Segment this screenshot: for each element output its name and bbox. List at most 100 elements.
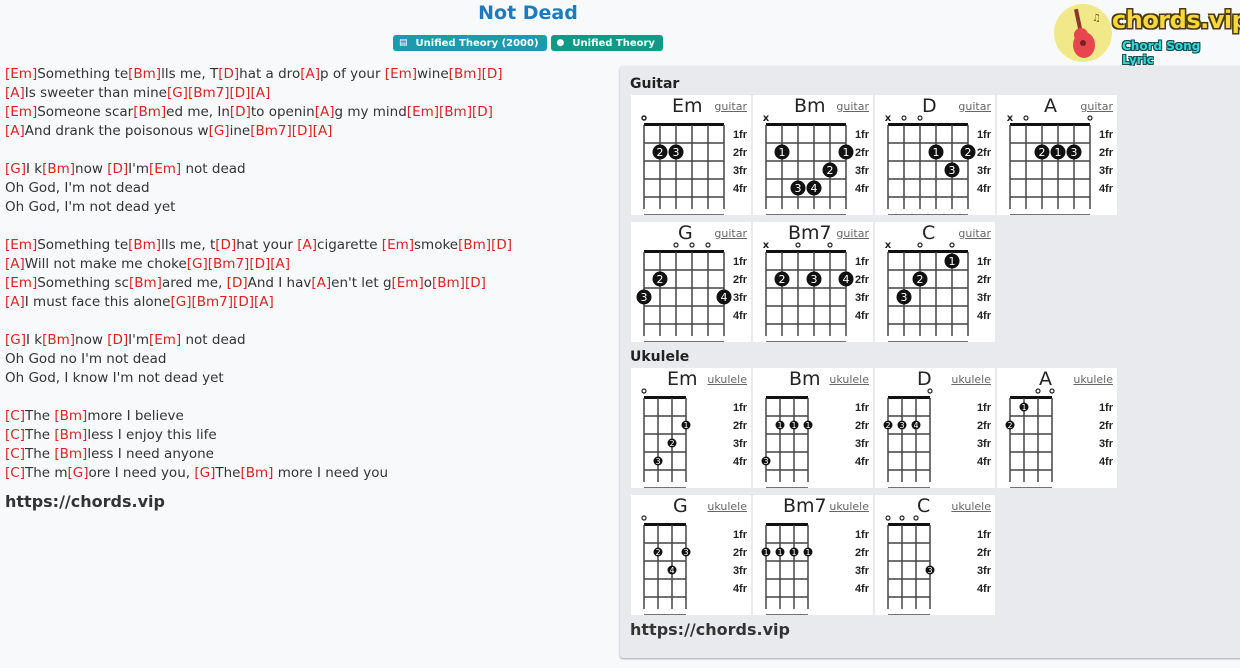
chord-em[interactable]: [Em] [5, 237, 37, 253]
chord-a[interactable]: [A] [315, 104, 335, 120]
svg-text:♫: ♫ [1092, 13, 1101, 24]
ukulele-chord-card-c[interactable]: Cukulele 1fr 2fr 3fr 4fr 3 [875, 495, 995, 615]
chord-a[interactable]: [A] [5, 123, 25, 139]
chord-d[interactable]: [D] [230, 104, 251, 120]
chord-bm[interactable]: [Bm] [240, 465, 273, 481]
guitar-chord-card-g[interactable]: Gguitar 1fr 2fr 3fr 4fr 2 3 4 [631, 222, 751, 342]
svg-text:3: 3 [899, 421, 904, 430]
chord-g[interactable]: [G] [194, 465, 215, 481]
guitar-chord-card-em[interactable]: Em guitar 1fr 2fr 3fr 4fr 2 3 [631, 95, 751, 215]
chord-c[interactable]: [C] [5, 427, 25, 443]
chord-em[interactable]: [Em] [5, 104, 37, 120]
chord-a[interactable]: [A] [5, 85, 25, 101]
guitar-chord-card-bm7[interactable]: Bm7 guitar 1fr 2fr 3fr 4fr x 2 3 4 [753, 222, 873, 342]
ukulele-chord-card-a[interactable]: Aukulele 1fr 2fr 3fr 4fr 1 2 [997, 368, 1117, 488]
ukulele-chord-card-em[interactable]: Em ukulele 1fr 2fr 3fr 4fr 1 2 3 [631, 368, 751, 488]
chord-em[interactable]: [Em] [407, 104, 439, 120]
ukulele-chord-card-g[interactable]: Gukulele 1fr 2fr 3fr 4fr 2 3 4 [631, 495, 751, 615]
chord-bm7[interactable]: [Bm7] [192, 294, 234, 310]
chord-d[interactable]: [D] [107, 332, 128, 348]
chord-em[interactable]: [Em] [5, 275, 37, 291]
chord-d[interactable]: [D] [292, 123, 313, 139]
chord-d[interactable]: [D] [482, 66, 503, 82]
chord-d[interactable]: [D] [465, 275, 486, 291]
chord-bm7[interactable]: [Bm7] [250, 123, 292, 139]
guitar-chord-card-a[interactable]: Aguitar 1fr 2fr 3fr 4fr x 2 1 3 [997, 95, 1117, 215]
chord-bm[interactable]: [Bm] [128, 237, 161, 253]
chord-em[interactable]: [Em] [392, 275, 424, 291]
chord-a[interactable]: [A] [250, 85, 270, 101]
svg-text:2: 2 [655, 548, 660, 557]
chord-a[interactable]: [A] [5, 294, 25, 310]
chord-bm[interactable]: [Bm] [129, 275, 162, 291]
chord-d[interactable]: [D] [227, 275, 248, 291]
chord-a[interactable]: [A] [313, 123, 333, 139]
chord-g[interactable]: [G] [167, 85, 188, 101]
chord-bm7[interactable]: [Bm7] [188, 85, 230, 101]
chord-bm[interactable]: [Bm] [54, 446, 87, 462]
svg-text:3: 3 [1071, 146, 1078, 159]
chord-g[interactable]: [G] [187, 256, 208, 272]
site-logo[interactable]: ♫ chords.vip Chord Song Lyric [1054, 3, 1240, 67]
lyrics-site-link[interactable]: https://chords.vip [5, 492, 605, 511]
chord-d[interactable]: [D] [472, 104, 493, 120]
chord-em[interactable]: [Em] [5, 66, 37, 82]
chord-a[interactable]: [A] [311, 275, 331, 291]
chord-d[interactable]: [D] [249, 256, 270, 272]
chord-bm7[interactable]: [Bm7] [208, 256, 250, 272]
svg-text:3: 3 [927, 566, 932, 575]
chord-bm[interactable]: [Bm] [54, 408, 87, 424]
guitar-chord-card-d[interactable]: Dguitar 1fr 2fr 3fr 4fr x 1 2 3 [875, 95, 995, 215]
guitar-section-title: Guitar [630, 76, 680, 92]
chord-bm[interactable]: [Bm] [54, 427, 87, 443]
chord-c[interactable]: [C] [5, 408, 25, 424]
artist-badge[interactable]: ● Unified Theory [550, 35, 663, 51]
chord-a[interactable]: [A] [270, 256, 290, 272]
chord-d[interactable]: [D] [218, 66, 239, 82]
chord-em[interactable]: [Em] [149, 332, 181, 348]
chord-g[interactable]: [G] [5, 332, 26, 348]
chord-d[interactable]: [D] [491, 237, 512, 253]
guitar-chord-card-bm[interactable]: Bm guitar 1fr 2fr 3fr 4fr x 1 1 2 3 4 [753, 95, 873, 215]
chord-em[interactable]: [Em] [385, 66, 417, 82]
ukulele-chord-card-bm[interactable]: Bm ukulele 1fr 2fr 3fr 4fr 1 1 1 3 [753, 368, 873, 488]
chord-d[interactable]: [D] [107, 161, 128, 177]
chord-c[interactable]: [C] [5, 465, 25, 481]
chord-a[interactable]: [A] [5, 256, 25, 272]
chord-a[interactable]: [A] [297, 237, 317, 253]
lyric-line: [G]I k[Bm]now [D]I'm[Em] not dead [5, 331, 605, 350]
guitar-chord-card-c[interactable]: Cguitar 1fr 2fr 3fr 4fr x 1 2 3 [875, 222, 995, 342]
lyric-text: Oh God no I'm not dead [5, 351, 167, 367]
chord-bm[interactable]: [Bm] [42, 161, 75, 177]
ukulele-chord-card-d[interactable]: Dukulele 1fr 2fr 3fr 4fr 2 3 4 [875, 368, 995, 488]
chord-bm[interactable]: [Bm] [128, 66, 161, 82]
chord-a[interactable]: [A] [254, 294, 274, 310]
svg-text:1: 1 [791, 548, 796, 557]
panel-site-link[interactable]: https://chords.vip [630, 620, 790, 639]
lyric-text: less I enjoy this life [87, 427, 217, 443]
album-badge[interactable]: ▤ Unified Theory (2000) [393, 35, 547, 51]
lyric-line: Oh God, I'm not dead [5, 179, 605, 198]
chord-d[interactable]: [D] [233, 294, 254, 310]
chord-g[interactable]: [G] [5, 161, 26, 177]
chord-d[interactable]: [D] [230, 85, 251, 101]
finger-dot: 4 [911, 420, 921, 430]
chord-bm[interactable]: [Bm] [42, 332, 75, 348]
chord-g[interactable]: [G] [209, 123, 230, 139]
chord-a[interactable]: [A] [300, 66, 320, 82]
chord-bm[interactable]: [Bm] [458, 237, 491, 253]
chord-em[interactable]: [Em] [149, 161, 181, 177]
fret-label: 1fr [855, 402, 870, 414]
chord-bm[interactable]: [Bm] [449, 66, 482, 82]
chord-c[interactable]: [C] [5, 446, 25, 462]
chord-bm[interactable]: [Bm] [439, 104, 472, 120]
fret-label: 1fr [733, 529, 748, 541]
chord-g[interactable]: [G] [171, 294, 192, 310]
finger-dot: 1 [944, 253, 960, 269]
chord-bm[interactable]: [Bm] [432, 275, 465, 291]
ukulele-chord-card-bm7[interactable]: Bm7 ukulele 1fr 2fr 3fr 4fr 1 1 1 1 [753, 495, 873, 615]
chord-g[interactable]: [G] [68, 465, 89, 481]
chord-d[interactable]: [D] [215, 237, 236, 253]
chord-bm[interactable]: [Bm] [133, 104, 166, 120]
chord-em[interactable]: [Em] [382, 237, 414, 253]
